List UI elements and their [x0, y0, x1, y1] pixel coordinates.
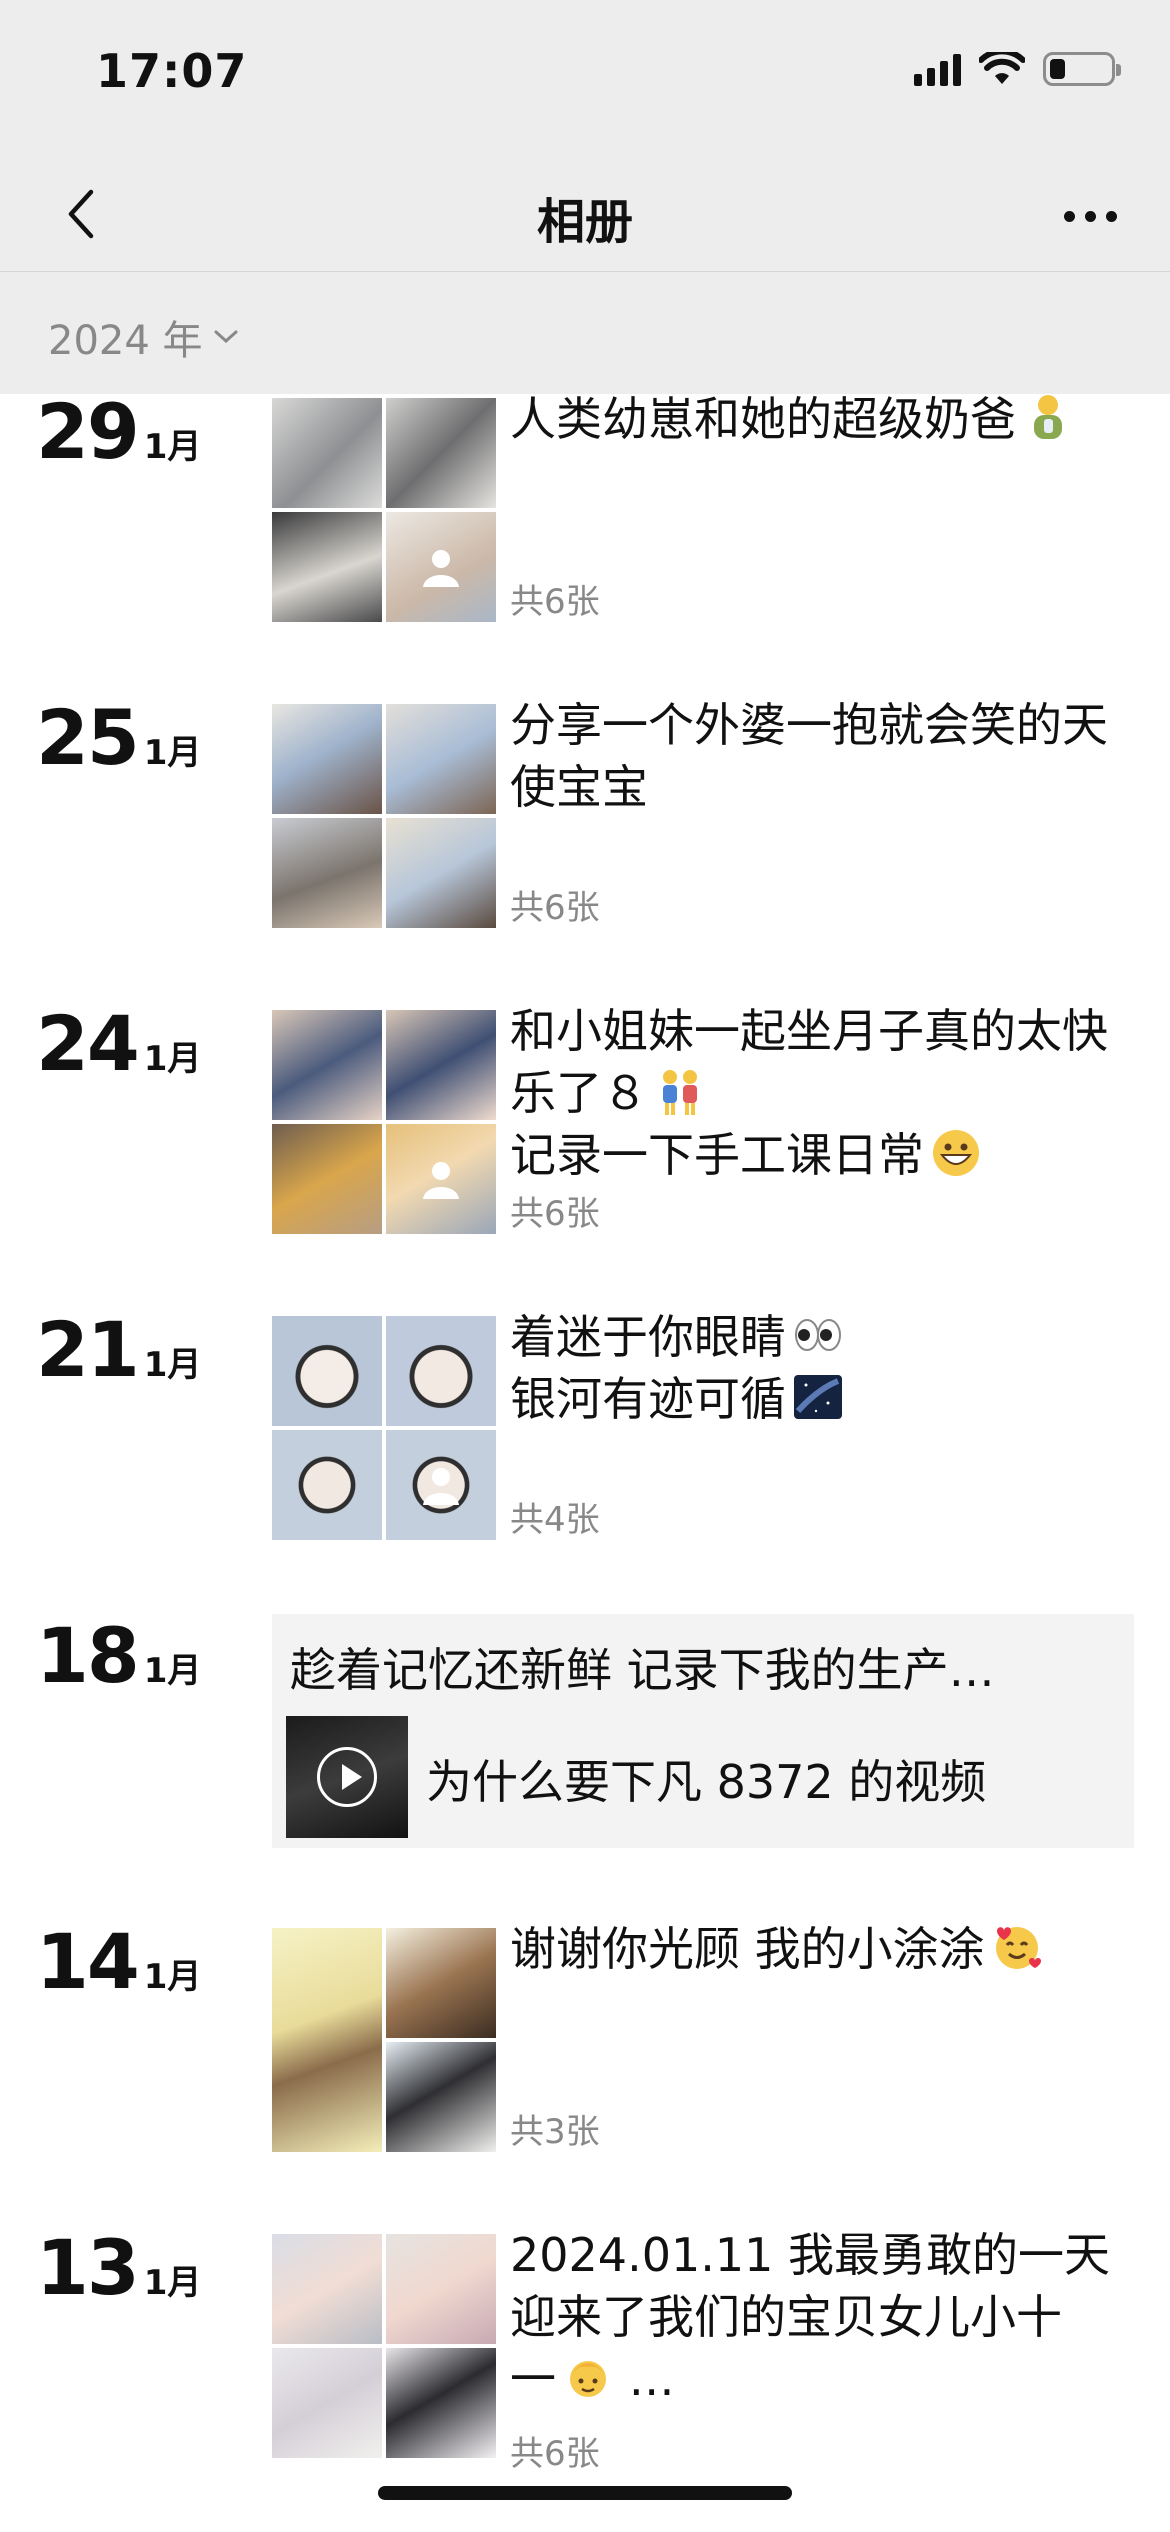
post-month: 1月	[143, 1957, 202, 1997]
photo-thumbnail[interactable]	[386, 1316, 496, 1426]
photo-thumbnail[interactable]	[386, 1928, 496, 2038]
photo-thumbnail[interactable]	[386, 704, 496, 814]
photo-thumbnail[interactable]	[272, 1928, 382, 2152]
post-caption: 人类幼崽和她的超级奶爸	[510, 388, 1130, 450]
post-month: 1月	[143, 2263, 202, 2303]
photo-count: 共6张	[510, 888, 600, 928]
video-card[interactable]: 趁着记忆还新鲜 记录下我的生产… 为什么要下凡 8372 的视频	[272, 1614, 1134, 1848]
photo-thumbnail[interactable]	[272, 818, 382, 928]
photo-thumbnail[interactable]	[272, 1430, 382, 1540]
photo-grid[interactable]	[272, 398, 496, 622]
eyes-emoji-icon	[795, 1319, 841, 1351]
photo-grid[interactable]	[272, 1010, 496, 1234]
status-icons	[914, 52, 1121, 86]
photo-thumbnail[interactable]	[272, 704, 382, 814]
photo-thumbnail[interactable]	[272, 2234, 382, 2344]
photo-thumbnail[interactable]	[386, 398, 496, 508]
video-card-text: 为什么要下凡 8372 的视频	[426, 1755, 987, 1809]
post-caption: 和小姐妹一起坐月子真的太快乐了８ 记录一下手工课日常	[510, 1004, 1108, 1182]
post-month: 1月	[143, 733, 202, 773]
more-dots-icon	[1063, 210, 1075, 222]
photo-thumbnail[interactable]	[272, 398, 382, 508]
post-caption: 谢谢你光顾 我的小涂涂	[510, 1918, 1130, 1980]
post-day: 14	[36, 1917, 140, 2006]
battery-icon	[1043, 52, 1121, 86]
chevron-down-icon	[214, 330, 238, 344]
more-button[interactable]	[1050, 176, 1130, 256]
person-icon	[423, 1468, 459, 1505]
photo-thumbnail[interactable]	[272, 2348, 382, 2458]
post-caption: 着迷于你眼睛 银河有迹可循	[510, 1306, 1130, 1430]
photo-thumbnail[interactable]	[272, 512, 382, 622]
photo-grid[interactable]	[272, 1316, 496, 1540]
post-date: 25 1月	[36, 700, 201, 776]
photo-thumbnail[interactable]	[272, 1124, 382, 1234]
post-date: 24 1月	[36, 1006, 201, 1082]
wifi-icon	[979, 52, 1025, 84]
photo-thumbnail[interactable]	[386, 1010, 496, 1120]
post-month: 1月	[143, 427, 202, 467]
photo-thumbnail[interactable]	[386, 2042, 496, 2152]
post-date: 18 1月	[36, 1618, 201, 1694]
year-filter-label: 2024 年	[48, 318, 203, 364]
photo-thumbnail[interactable]	[272, 1010, 382, 1120]
photo-thumbnail[interactable]	[386, 818, 496, 928]
post-day: 25	[36, 693, 140, 782]
photo-thumbnail[interactable]	[386, 512, 496, 622]
photo-thumbnail[interactable]	[386, 1124, 496, 1234]
post-day: 24	[36, 999, 140, 1088]
photo-count: 共6张	[510, 582, 600, 622]
photo-thumbnail[interactable]	[386, 1430, 496, 1540]
post-date: 29 1月	[36, 394, 201, 470]
photo-count: 共6张	[510, 1194, 600, 1234]
post-caption: 分享一个外婆一抱就会笑的天使宝宝	[510, 698, 1108, 814]
two-women-emoji-icon	[663, 1070, 697, 1115]
smiling-face-with-hearts-emoji-icon	[995, 1927, 1041, 1969]
grinning-face-emoji-icon	[933, 1130, 979, 1176]
status-bar: 17:07	[0, 0, 1170, 150]
post-day: 18	[36, 1611, 140, 1700]
photo-grid[interactable]	[272, 2234, 496, 2458]
video-card-title: 趁着记忆还新鲜 记录下我的生产…	[290, 1643, 995, 1697]
year-filter-bar: 2024 年	[0, 272, 1170, 394]
photo-thumbnail[interactable]	[386, 2348, 496, 2458]
post-date: 13 1月	[36, 2230, 201, 2306]
post-month: 1月	[143, 1345, 202, 1385]
battery-level	[1050, 59, 1065, 79]
photo-grid[interactable]	[272, 704, 496, 928]
post-month: 1月	[143, 1039, 202, 1079]
photo-count: 共3张	[510, 2112, 600, 2152]
cellular-signal-icon	[914, 52, 961, 86]
photo-count: 共6张	[510, 2434, 600, 2474]
post-caption: 2024.01.11 我最勇敢的一天 迎来了我们的宝贝女儿小十 一 …	[510, 2228, 1110, 2406]
post-date: 21 1月	[36, 1312, 201, 1388]
post-month: 1月	[143, 1651, 202, 1691]
status-time: 17:07	[96, 44, 248, 98]
person-icon	[423, 550, 459, 587]
video-thumbnail[interactable]	[286, 1716, 408, 1838]
post-date: 14 1月	[36, 1924, 201, 2000]
post-day: 29	[36, 387, 140, 476]
baby-girl-emoji-icon	[570, 2361, 606, 2397]
year-filter-dropdown[interactable]: 2024 年	[48, 308, 239, 366]
nav-bar: 相册	[0, 150, 1170, 272]
photo-grid[interactable]	[272, 1928, 496, 2152]
milky-way-emoji-icon	[794, 1375, 842, 1419]
person-icon	[423, 1162, 459, 1199]
photo-thumbnail[interactable]	[386, 2234, 496, 2344]
post-day: 13	[36, 2223, 140, 2312]
page-title: 相册	[536, 194, 633, 250]
play-icon	[317, 1747, 377, 1807]
post-day: 21	[36, 1305, 140, 1394]
home-indicator[interactable]	[378, 2486, 792, 2500]
photo-thumbnail[interactable]	[272, 1316, 382, 1426]
man-feeding-baby-emoji-icon	[1034, 395, 1062, 439]
photo-count: 共4张	[510, 1500, 600, 1540]
